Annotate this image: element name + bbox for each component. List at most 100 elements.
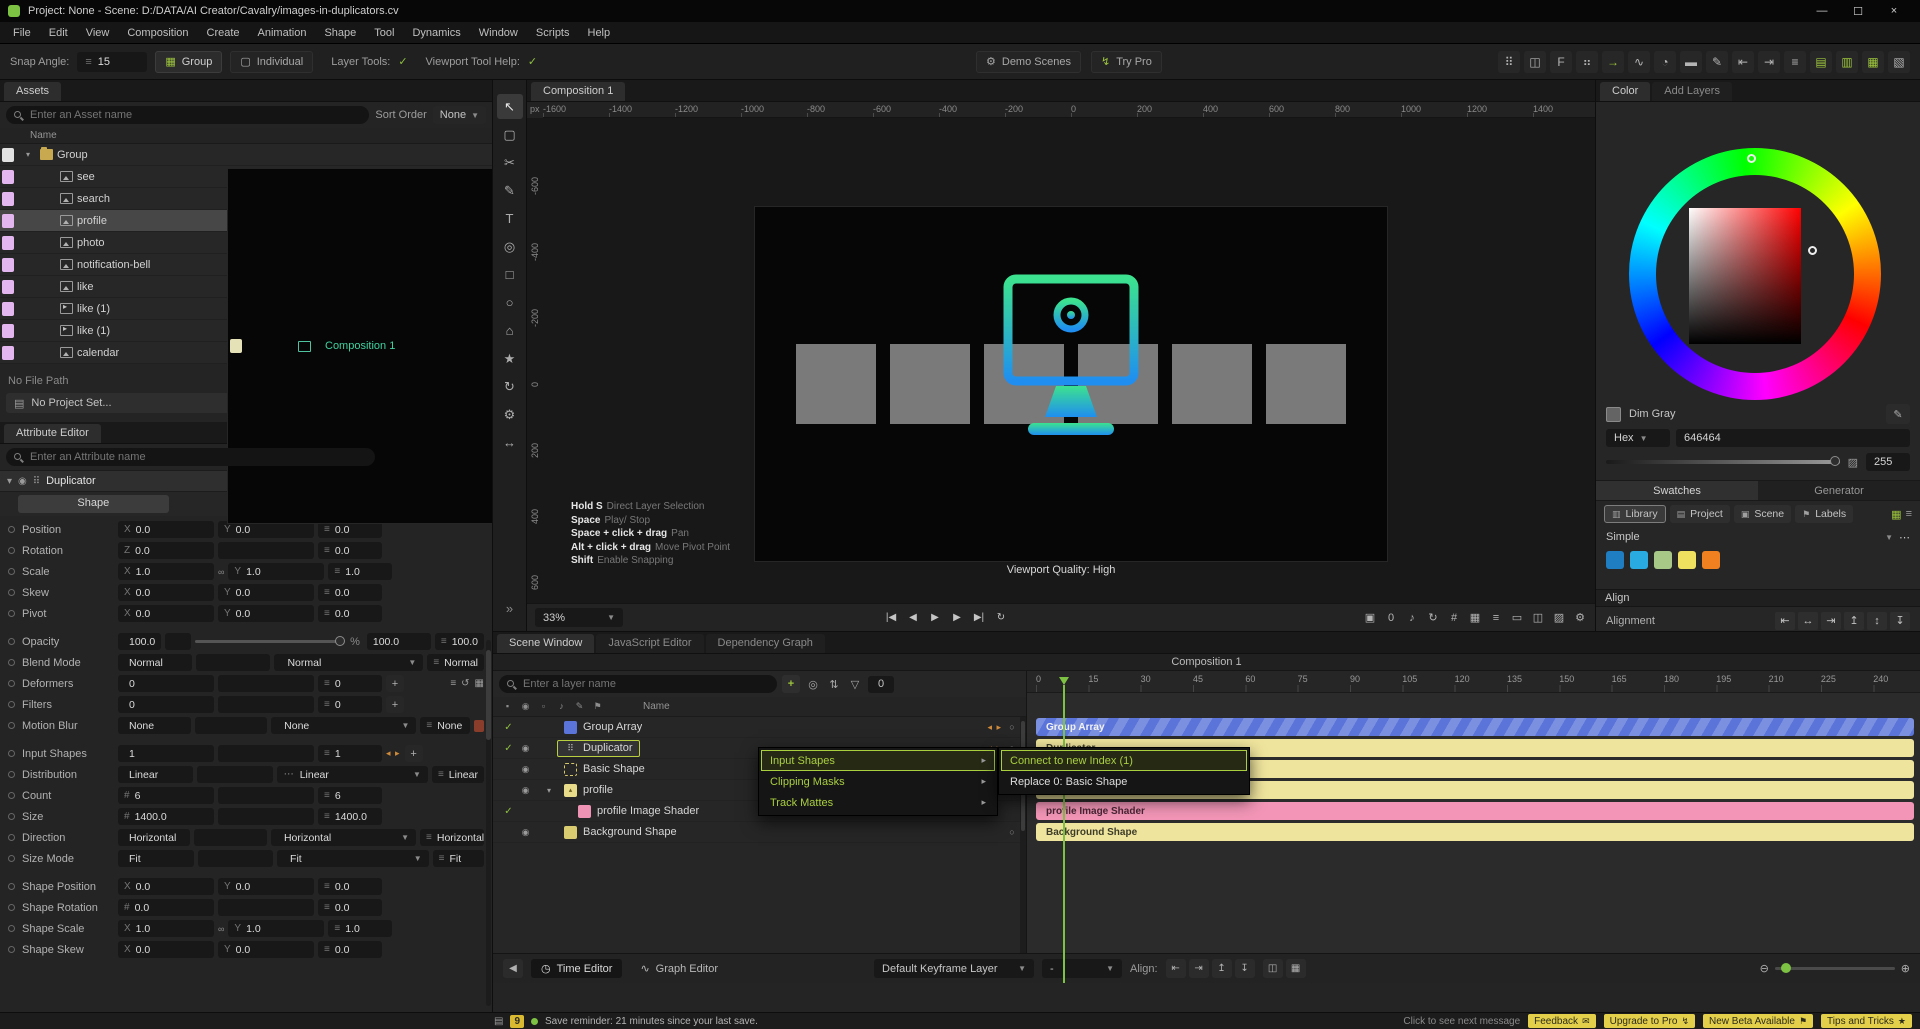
attribute-field-2[interactable] <box>197 850 274 867</box>
sort-icon[interactable]: ⇅ <box>826 678 842 691</box>
asset-row[interactable]: ▾ Group <box>0 144 492 166</box>
grid-view-icon[interactable]: ▦ <box>1891 508 1901 521</box>
attribute-stepper[interactable]: ≡ Horizontal <box>420 829 484 846</box>
menu-item[interactable]: File <box>4 24 40 42</box>
attribute-field-2[interactable] <box>218 675 314 692</box>
layer-connection-arrows-icon[interactable]: ◂ ▸ <box>987 722 1002 733</box>
attribute-field-1[interactable]: Horizontal <box>118 829 191 846</box>
asset-search[interactable] <box>6 106 370 124</box>
layer-name[interactable]: profile Image Shader <box>597 805 699 817</box>
align-bottom-icon[interactable]: ↧ <box>1890 611 1910 630</box>
attribute-field-1[interactable]: 1 <box>118 745 214 762</box>
slider-handle[interactable] <box>335 636 346 646</box>
attribute-field-1[interactable]: X 0.0 <box>118 584 214 601</box>
collapse-icon[interactable]: ▾ <box>7 476 12 487</box>
menu-item[interactable]: View <box>77 24 119 42</box>
add-layer-button[interactable]: + <box>782 675 800 693</box>
attribute-stepper[interactable]: ≡ 0.0 <box>318 542 382 559</box>
keyframe-dot-icon[interactable] <box>8 792 15 799</box>
layer-search-input[interactable] <box>499 675 777 693</box>
menu-item[interactable]: Scripts <box>527 24 579 42</box>
attribute-field-2[interactable]: Y 1.0 <box>228 563 325 580</box>
ellipse-tool-icon[interactable]: ○ <box>497 290 523 315</box>
eyedropper-button[interactable]: ✎ <box>1886 404 1910 424</box>
resolution-icon[interactable]: # <box>1447 608 1461 628</box>
keyframe-dot-icon[interactable] <box>8 701 15 708</box>
color-swatch[interactable] <box>1678 551 1696 569</box>
bar-icon[interactable]: ▬ <box>1680 50 1702 73</box>
color-swatch[interactable] <box>1630 551 1648 569</box>
graph-editor-tab[interactable]: ∿ Graph Editor <box>630 959 728 978</box>
attribute-field-2[interactable] <box>194 829 267 846</box>
align-left-icon[interactable]: ⇤ <box>1732 50 1754 73</box>
pen-icon[interactable]: ✎ <box>1706 50 1728 73</box>
attribute-stepper[interactable]: ≡ 6 <box>318 787 382 804</box>
layer-check-icon[interactable]: ✓ <box>501 806 516 817</box>
timer-icon[interactable]: ◔ <box>1654 50 1676 73</box>
secondary-dropdown[interactable]: - ▼ <box>1042 959 1123 978</box>
menu-item[interactable]: Tool <box>365 24 403 42</box>
zoom-out-icon[interactable]: ⊖ <box>1760 962 1769 975</box>
attribute-tab[interactable]: Shape <box>18 495 169 513</box>
assets-tab[interactable]: Assets <box>4 82 62 101</box>
target-tool-icon[interactable]: ◎ <box>497 234 523 259</box>
attribute-field-1[interactable]: 0 <box>118 696 214 713</box>
attribute-field-1[interactable]: X 0.0 <box>118 941 214 958</box>
reset-icon[interactable]: ↺ <box>461 678 469 689</box>
asset-search-input[interactable] <box>6 106 370 124</box>
stack-icon[interactable]: ≡ <box>450 678 456 689</box>
attribute-editor-tab[interactable]: Attribute Editor <box>4 424 101 443</box>
list-view-icon[interactable]: ≡ <box>1906 508 1912 520</box>
duplicated-square[interactable] <box>1172 344 1252 424</box>
scene-window-tab[interactable]: Dependency Graph <box>705 634 825 653</box>
star-tool-icon[interactable]: ★ <box>497 346 523 371</box>
layer-name[interactable]: Duplicator <box>583 742 633 754</box>
menu-item[interactable]: Dynamics <box>403 24 469 42</box>
swatch-tab[interactable]: Swatches <box>1596 481 1758 500</box>
keyframe-dot-icon[interactable] <box>8 750 15 757</box>
submenu-item[interactable]: Connect to new Index (1) <box>1001 750 1247 771</box>
link-icon[interactable]: ∞ <box>218 567 224 577</box>
layer-keyframe-dot-icon[interactable]: ○ <box>1004 827 1020 837</box>
attribute-stepper[interactable]: ≡ 1 <box>318 745 382 762</box>
maximize-button[interactable]: ☐ <box>1840 0 1876 22</box>
keyframe-dot-icon[interactable] <box>8 834 15 841</box>
collapse-panel-icon[interactable]: ◀ <box>503 959 523 978</box>
attribute-stepper[interactable]: ≡ 1400.0 <box>318 808 382 825</box>
forward-icon[interactable]: → <box>1602 50 1624 73</box>
checker-icon[interactable]: ▨ <box>1552 608 1566 628</box>
dither-icon[interactable]: ⠶ <box>1576 50 1598 73</box>
viewport-help-check-icon[interactable]: ✓ <box>528 55 537 68</box>
keyframe-dot-icon[interactable] <box>8 813 15 820</box>
scene-window-tab[interactable]: JavaScript Editor <box>596 634 704 653</box>
layer-name-wrap[interactable]: Background Shape <box>557 824 684 841</box>
attribute-field-2[interactable] <box>218 745 314 762</box>
attribute-stepper[interactable]: ≡ 0.0 <box>318 878 382 895</box>
attribute-field-2[interactable] <box>218 542 314 559</box>
menu-item[interactable]: Composition <box>118 24 197 42</box>
filter-icon[interactable]: ▽ <box>847 678 863 691</box>
align-left-icon[interactable]: ⇤ <box>1775 611 1795 630</box>
layer-visibility-icon[interactable]: ◉ <box>518 827 533 838</box>
zoom-level-dropdown[interactable]: 33% ▼ <box>535 608 623 627</box>
timeline-tracks[interactable]: 0 15 30 45 60 75 90 105 120 135 150 165 180 195 210 225… <box>1027 671 1920 983</box>
timeline-bar[interactable]: profile Image Shader <box>1036 802 1914 820</box>
color-panel-tab[interactable]: Add Layers <box>1652 82 1732 101</box>
attribute-scrollbar[interactable] <box>486 640 491 1006</box>
timeline-ruler[interactable]: 0 15 30 45 60 75 90 105 120 135 150 165 180 195 210 225… <box>1027 671 1920 693</box>
attribute-stepper[interactable]: ≡ 0.0 <box>318 605 382 622</box>
context-menu-item[interactable]: Input Shapes <box>761 750 995 771</box>
keyframe-dot-icon[interactable] <box>8 610 15 617</box>
attribute-dropdown[interactable]: None ▼ <box>271 717 417 734</box>
layer-name[interactable]: Group Array <box>583 721 642 733</box>
keyframe-dot-icon[interactable] <box>8 722 15 729</box>
attribute-field-2[interactable] <box>165 633 192 650</box>
hue-ring[interactable] <box>1629 148 1881 400</box>
attribute-field-1[interactable]: Linear <box>118 766 194 783</box>
timeline-zoom-slider[interactable] <box>1774 963 1895 973</box>
slider-value-field[interactable]: 100.0 <box>366 633 431 650</box>
menu-item[interactable]: Edit <box>40 24 77 42</box>
layer-row[interactable]: ◉ Background Shape ○ <box>493 822 1026 843</box>
ripple-icon[interactable]: ▦ <box>1285 959 1306 978</box>
attribute-field-2[interactable] <box>218 696 314 713</box>
